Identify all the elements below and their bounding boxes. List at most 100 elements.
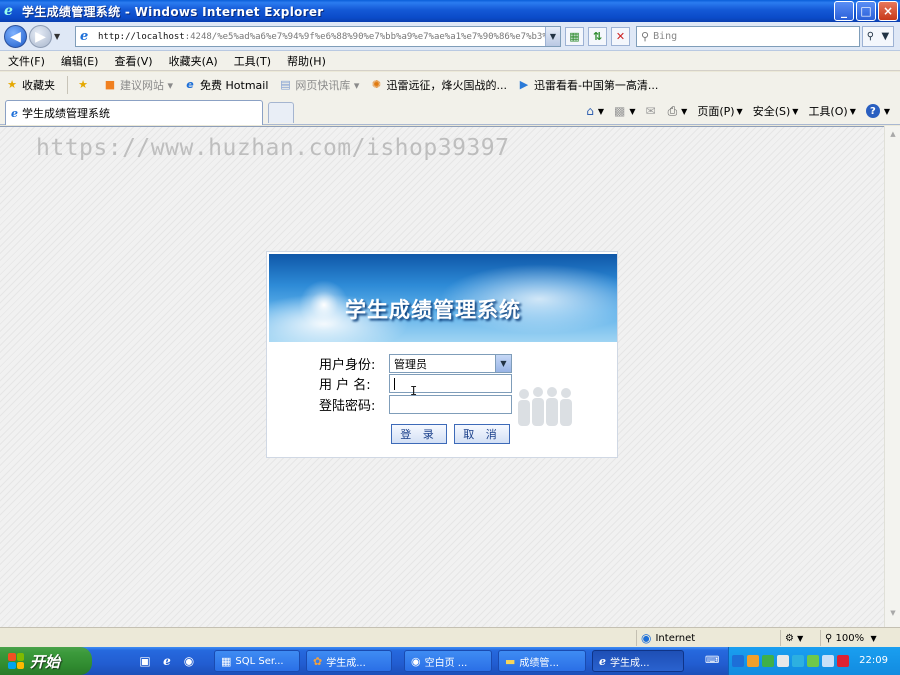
safety-menu-label: 安全(S) — [752, 105, 791, 118]
globe-icon: ◉ — [641, 631, 652, 645]
compatibility-view-icon[interactable]: ▦ — [565, 27, 584, 46]
page-menu-label: 页面(P) — [697, 105, 735, 118]
search-button[interactable]: ⚲ ▼ — [862, 26, 894, 47]
add-favorite-icon: ★ — [78, 78, 88, 91]
scroll-up-icon[interactable]: ▲ — [887, 130, 899, 144]
vertical-scrollbar[interactable]: ▲ ▼ — [884, 126, 900, 627]
fav-label: 迅雷远征，烽火国战的... — [386, 79, 507, 92]
tools-menu[interactable]: 工具(O) ▼ — [808, 103, 855, 119]
tray-app-icon[interactable] — [747, 655, 759, 667]
address-url[interactable]: http://localhost:4248/%e5%ad%a6%e7%94%9f… — [98, 32, 552, 42]
tray-app-icon[interactable] — [762, 655, 774, 667]
forward-button[interactable]: ▶ — [29, 25, 52, 48]
mail-button[interactable]: ✉ — [646, 104, 658, 118]
close-button[interactable]: × — [878, 1, 898, 21]
print-button[interactable]: ⎙ ▼ — [668, 104, 688, 119]
chevron-down-icon: ▼ — [629, 106, 636, 116]
fav-xunlei-2[interactable]: ▶ 迅雷看看-中国第一高清... — [517, 77, 659, 93]
scroll-down-icon[interactable]: ▼ — [887, 609, 899, 623]
menu-edit[interactable]: 编辑(E) — [61, 53, 99, 69]
zoom-control[interactable]: ⚲ 100% ▼ — [820, 630, 884, 646]
new-tab-button[interactable] — [268, 102, 294, 123]
system-tray: 22:09 — [728, 647, 900, 675]
task-label: 学生成... — [610, 657, 650, 669]
identity-label: 用户身份: — [319, 358, 376, 373]
page-menu[interactable]: 页面(P) ▼ — [697, 103, 742, 119]
password-label: 登陆密码: — [319, 399, 376, 414]
network-icon[interactable] — [822, 655, 834, 667]
tray-app-icon[interactable] — [732, 655, 744, 667]
search-go-icon[interactable]: ⚲ — [867, 31, 874, 42]
task-visual-studio[interactable]: ✿ 学生成... — [306, 650, 392, 672]
zoom-level: 100% — [835, 632, 865, 644]
tray-app-icon[interactable] — [777, 655, 789, 667]
fav-suggested-sites[interactable]: ■ 建议网站 ▾ — [103, 77, 173, 93]
chevron-down-icon: ▼ — [849, 106, 856, 116]
recent-pages-dropdown-icon[interactable]: ▼ — [54, 32, 60, 41]
cancel-button[interactable]: 取 消 — [454, 424, 510, 444]
dropdown-arrow-icon[interactable]: ▼ — [495, 355, 511, 372]
ie-quicklaunch-icon[interactable]: e — [158, 652, 176, 670]
fav-label: 建议网站 ▾ — [120, 79, 174, 92]
task-folder[interactable]: ▬ 成绩管... — [498, 650, 586, 672]
identity-row: 用户身份: 管理员 ▼ — [319, 354, 512, 373]
fav-web-slice[interactable]: ▤ 网页快讯库 ▾ — [278, 77, 359, 93]
home-button[interactable]: ⌂ ▼ — [586, 104, 604, 118]
chevron-down-icon: ▼ — [883, 106, 890, 116]
chevron-down-icon: ▼ — [797, 633, 804, 643]
window-controls: _ □ × — [834, 1, 898, 21]
favorites-button[interactable]: ★ 收藏夹 — [5, 77, 55, 93]
menu-help[interactable]: 帮助(H) — [287, 53, 326, 69]
task-ie-current[interactable]: e 学生成... — [592, 650, 684, 672]
refresh-icon[interactable]: ⇅ — [588, 27, 607, 46]
security-zone[interactable]: ◉ Internet — [636, 630, 776, 646]
username-input[interactable] — [389, 374, 512, 393]
watermark: https://www.huzhan.com/ishop39397 — [36, 135, 510, 161]
keyboard-icon[interactable]: ⌨ — [705, 655, 719, 666]
password-input[interactable] — [389, 395, 512, 414]
login-button[interactable]: 登 录 — [391, 424, 447, 444]
protected-mode-icon: ⚙ — [785, 632, 794, 644]
antivirus-icon[interactable] — [837, 655, 849, 667]
menu-tools[interactable]: 工具(T) — [234, 53, 271, 69]
address-dropdown-icon[interactable]: ▼ — [545, 27, 560, 46]
username-label: 用 户 名: — [319, 378, 371, 393]
address-toolbar: ◀ ▶ ▼ e http://localhost:4248/%e5%ad%a6%… — [0, 22, 900, 51]
tab-current[interactable]: e 学生成绩管理系统 — [5, 100, 263, 125]
menu-file[interactable]: 文件(F) — [8, 53, 45, 69]
show-desktop-icon[interactable]: ▣ — [136, 652, 154, 670]
start-label: 开始 — [30, 652, 61, 671]
menu-view[interactable]: 查看(V) — [114, 53, 152, 69]
mail-icon: ✉ — [645, 104, 656, 118]
protected-mode-button[interactable]: ⚙ ▼ — [780, 630, 818, 646]
sun-glow-graphic — [299, 280, 349, 330]
feeds-button[interactable]: ▩ ▼ — [614, 104, 636, 118]
shield-icon[interactable] — [807, 655, 819, 667]
safety-menu[interactable]: 安全(S) ▼ — [753, 103, 799, 119]
ie-page-icon: e — [186, 78, 194, 91]
task-blank-page[interactable]: ◉ 空白页 ... — [404, 650, 492, 672]
start-button[interactable]: 开始 — [0, 647, 92, 675]
search-box[interactable]: ⚲ Bing — [636, 26, 860, 47]
help-button[interactable]: ? ▼ — [865, 104, 890, 118]
back-button[interactable]: ◀ — [4, 25, 27, 48]
address-bar[interactable]: e http://localhost:4248/%e5%ad%a6%e7%94%… — [75, 26, 561, 47]
search-input[interactable]: Bing — [653, 31, 677, 42]
identity-select[interactable]: 管理员 ▼ — [389, 354, 512, 373]
xunlei-kankan-icon: ▶ — [519, 78, 529, 91]
tray-app-icon[interactable] — [792, 655, 804, 667]
visual-studio-icon: ✿ — [313, 654, 323, 668]
search-icon: ⚲ — [641, 30, 650, 43]
maximize-button[interactable]: □ — [856, 1, 876, 21]
star-icon: ★ — [7, 78, 17, 91]
stop-icon[interactable]: ✕ — [611, 27, 630, 46]
menu-favorites[interactable]: 收藏夹(A) — [169, 53, 218, 69]
search-options-icon[interactable]: ▼ — [882, 31, 890, 42]
add-favorite-button[interactable]: ★ — [76, 78, 93, 92]
chevron-down-icon: ▼ — [736, 106, 743, 116]
media-player-icon[interactable]: ◉ — [180, 652, 198, 670]
minimize-button[interactable]: _ — [834, 1, 854, 21]
fav-xunlei-1[interactable]: ✺ 迅雷远征，烽火国战的... — [369, 77, 507, 93]
task-sql-server[interactable]: ▦ SQL Ser... — [214, 650, 300, 672]
fav-hotmail[interactable]: e 免费 Hotmail — [183, 77, 268, 93]
